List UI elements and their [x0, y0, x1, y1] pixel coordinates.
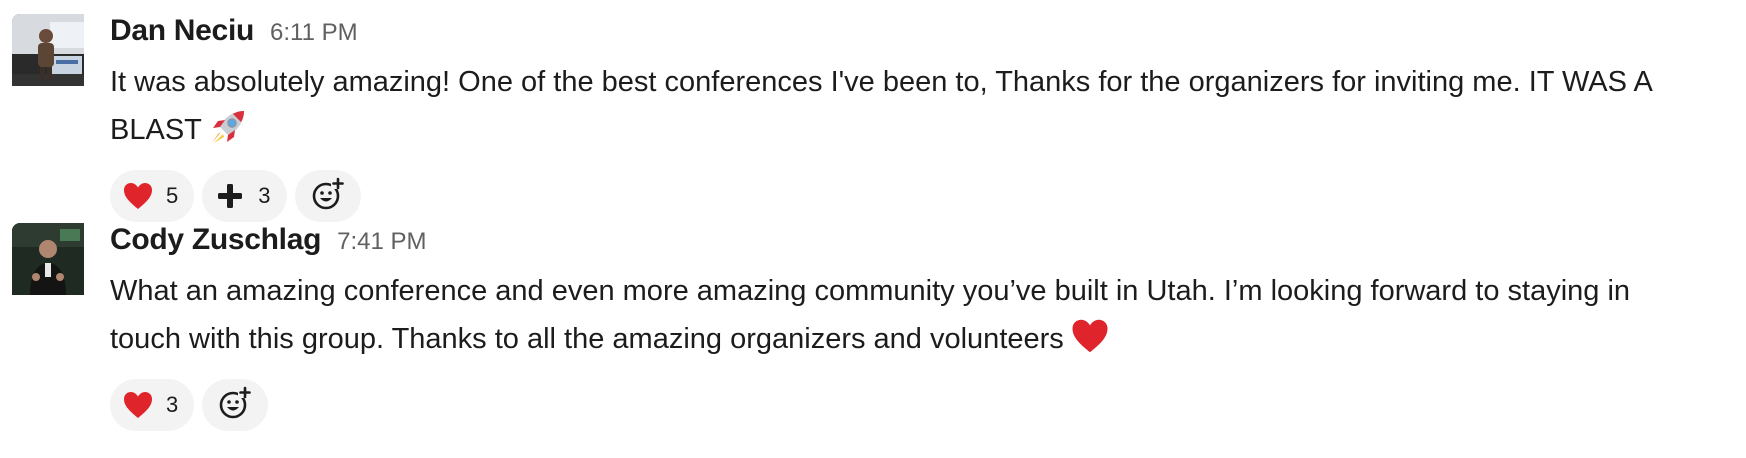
rocket-icon: [208, 107, 248, 162]
heart-icon: [122, 180, 154, 212]
timestamp[interactable]: 7:41 PM: [337, 228, 426, 256]
timestamp[interactable]: 6:11 PM: [270, 19, 358, 47]
reaction-heart[interactable]: 3: [110, 379, 195, 431]
username[interactable]: Cody Zuschlag: [110, 223, 321, 257]
avatar-image: [12, 14, 84, 86]
reactions: 3: [110, 379, 1746, 431]
heart-icon: [122, 389, 154, 421]
username[interactable]: Dan Neciu: [110, 14, 254, 48]
reaction-heart[interactable]: 5: [110, 170, 195, 222]
avatar[interactable]: [12, 223, 92, 303]
reaction-count: 5: [166, 183, 179, 208]
reaction-count: 3: [166, 392, 179, 417]
add-reaction-button[interactable]: [202, 379, 269, 431]
message-body: It was absolutely amazing! One of the be…: [110, 66, 1652, 146]
reactions: 5 3: [110, 170, 1746, 222]
message-text: What an amazing conference and even more…: [110, 267, 1670, 371]
add-emoji-icon: [311, 176, 345, 216]
add-emoji-icon: [218, 385, 253, 425]
reaction-count: 3: [258, 183, 271, 208]
avatar-image: [12, 223, 84, 295]
add-reaction-button[interactable]: [294, 170, 361, 222]
message-body: What an amazing conference and even more…: [110, 275, 1631, 355]
reaction-plus[interactable]: 3: [202, 170, 287, 222]
heavy-plus-icon: [214, 180, 246, 212]
avatar[interactable]: [12, 14, 92, 94]
heart-icon: [1070, 316, 1110, 371]
message-text: It was absolutely amazing! One of the be…: [110, 58, 1670, 162]
